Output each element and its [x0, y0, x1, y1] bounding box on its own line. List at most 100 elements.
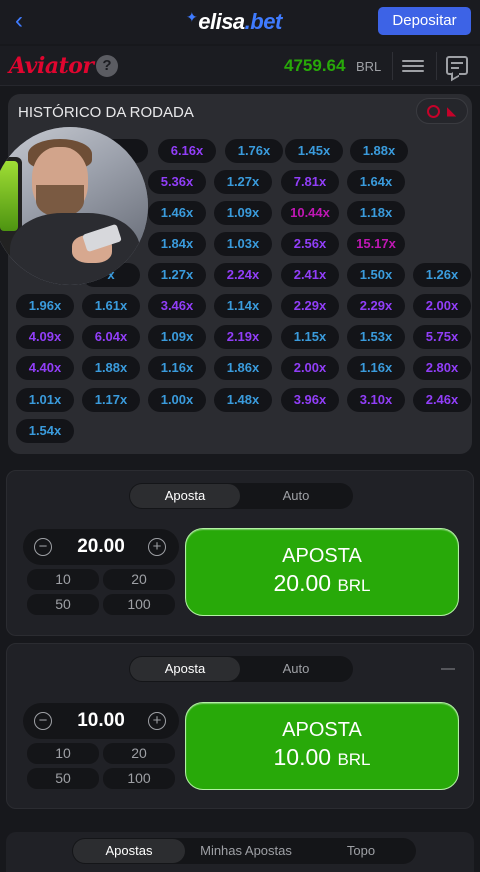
multiplier-badge: 1.15x [281, 325, 339, 349]
tab-top[interactable]: Topo [307, 839, 415, 863]
bet-button-label: APOSTA [282, 719, 362, 741]
multiplier-badge: 1.03x [214, 232, 272, 256]
aviator-logo: Aviator [9, 53, 94, 79]
bet-amount-input[interactable]: 10.00 [63, 710, 139, 732]
multiplier-badge: 3.96x [281, 388, 339, 412]
bet-panel-1: Aposta Auto − 20.00 + 10 20 50 100 APOST… [6, 470, 474, 636]
streamer-webcam-overlay [0, 127, 148, 285]
multiplier-badge: 15.17x [347, 232, 405, 256]
multiplier-badge: 2.00x [413, 294, 471, 318]
multiplier-badge: 4.09x [16, 325, 74, 349]
bet-button-currency: BRL [337, 750, 371, 769]
multiplier-badge: 1.96x [16, 294, 74, 318]
divider [392, 52, 393, 80]
multiplier-badge: 1.45x [285, 139, 343, 163]
bet-panel-2: Aposta Auto − 10.00 + 10 20 50 100 APOST… [6, 643, 474, 809]
quick-amount-button[interactable]: 50 [27, 768, 99, 789]
multiplier-badge: 1.88x [82, 356, 140, 380]
quick-amount-button[interactable]: 100 [103, 594, 175, 615]
quick-amount-button[interactable]: 20 [103, 743, 175, 764]
multiplier-badge: 2.19x [214, 325, 272, 349]
remove-panel-icon[interactable] [441, 668, 455, 670]
multiplier-badge: 1.26x [413, 263, 471, 287]
back-chevron-icon[interactable]: ‹ [8, 8, 30, 34]
bet-mode-tabs: Aposta Auto [129, 483, 353, 509]
history-toggle-button[interactable]: ◣ [416, 98, 468, 124]
tab-auto[interactable]: Auto [241, 657, 351, 681]
brand-prefix: elisa [198, 9, 245, 34]
multiplier-badge: 1.54x [16, 419, 74, 443]
multiplier-badge: 1.61x [82, 294, 140, 318]
deposit-button[interactable]: Depositar [378, 7, 471, 35]
multiplier-badge: 1.09x [214, 201, 272, 225]
decrease-button[interactable]: − [34, 712, 52, 730]
multiplier-badge: 2.00x [281, 356, 339, 380]
place-bet-button[interactable]: APOSTA 10.00 BRL [185, 702, 459, 790]
multiplier-badge: 6.04x [82, 325, 140, 349]
brand-logo: ✦ elisa .bet [186, 8, 282, 36]
multiplier-badge: 3.46x [148, 294, 206, 318]
tab-all-bets[interactable]: Apostas [73, 839, 185, 863]
multiplier-badge: 1.88x [350, 139, 408, 163]
multiplier-badge: 1.16x [347, 356, 405, 380]
hamburger-menu-icon[interactable] [402, 57, 424, 75]
chat-icon[interactable] [446, 56, 468, 75]
brand-star-icon: ✦ [186, 8, 198, 25]
multiplier-badge: 1.53x [347, 325, 405, 349]
bets-tabs: Apostas Minhas Apostas Topo [72, 838, 416, 864]
multiplier-badge: 1.86x [214, 356, 272, 380]
increase-button[interactable]: + [148, 538, 166, 556]
multiplier-badge: 1.14x [214, 294, 272, 318]
multiplier-badge: 6.16x [158, 139, 216, 163]
quick-amount-button[interactable]: 50 [27, 594, 99, 615]
multiplier-badge: 1.50x [347, 263, 405, 287]
multiplier-badge: 1.27x [148, 263, 206, 287]
bet-amount-stepper: − 20.00 + [23, 529, 179, 565]
multiplier-badge: 2.80x [413, 356, 471, 380]
quick-amount-button[interactable]: 10 [27, 743, 99, 764]
bets-section: Apostas Minhas Apostas Topo [6, 832, 474, 872]
collapse-arrow-icon: ◣ [447, 104, 457, 118]
multiplier-badge: 2.24x [214, 263, 272, 287]
clock-icon [427, 105, 440, 118]
tab-bet[interactable]: Aposta [130, 484, 240, 508]
bet-mode-tabs: Aposta Auto [129, 656, 353, 682]
multiplier-badge: 7.81x [281, 170, 339, 194]
multiplier-badge: 2.46x [413, 388, 471, 412]
bet-amount-input[interactable]: 20.00 [63, 536, 139, 558]
divider [436, 52, 437, 80]
multiplier-badge: 2.29x [281, 294, 339, 318]
history-title: HISTÓRICO DA RODADA [18, 104, 194, 121]
bet-button-label: APOSTA [282, 545, 362, 567]
help-button[interactable]: ? [96, 55, 118, 77]
quick-amount-button[interactable]: 100 [103, 768, 175, 789]
balance-amount: 4759.64 [284, 56, 346, 75]
multiplier-badge: 5.36x [148, 170, 206, 194]
multiplier-badge: 1.64x [347, 170, 405, 194]
multiplier-badge: 1.00x [148, 388, 206, 412]
quick-amount-button[interactable]: 10 [27, 569, 99, 590]
multiplier-badge: 10.44x [281, 201, 339, 225]
multiplier-badge: 4.40x [16, 356, 74, 380]
game-header: Aviator ? 4759.64 BRL [0, 46, 480, 86]
multiplier-badge: 1.48x [214, 388, 272, 412]
multiplier-badge: 3.10x [347, 388, 405, 412]
multiplier-badge: 1.01x [16, 388, 74, 412]
tab-auto[interactable]: Auto [241, 484, 351, 508]
balance-currency: BRL [356, 59, 382, 74]
multiplier-badge: 1.76x [225, 139, 283, 163]
increase-button[interactable]: + [148, 712, 166, 730]
multiplier-badge: 2.41x [281, 263, 339, 287]
decrease-button[interactable]: − [34, 538, 52, 556]
multiplier-badge: 1.16x [148, 356, 206, 380]
multiplier-badge: 1.84x [148, 232, 206, 256]
multiplier-badge: 1.09x [148, 325, 206, 349]
tab-bet[interactable]: Aposta [130, 657, 240, 681]
bet-button-amount: 10.00 BRL [273, 744, 371, 770]
tab-my-bets[interactable]: Minhas Apostas [186, 839, 306, 863]
place-bet-button[interactable]: APOSTA 20.00 BRL [185, 528, 459, 616]
multiplier-badge: 2.29x [347, 294, 405, 318]
multiplier-badge: 1.17x [82, 388, 140, 412]
quick-amount-button[interactable]: 20 [103, 569, 175, 590]
multiplier-badge: 1.18x [347, 201, 405, 225]
